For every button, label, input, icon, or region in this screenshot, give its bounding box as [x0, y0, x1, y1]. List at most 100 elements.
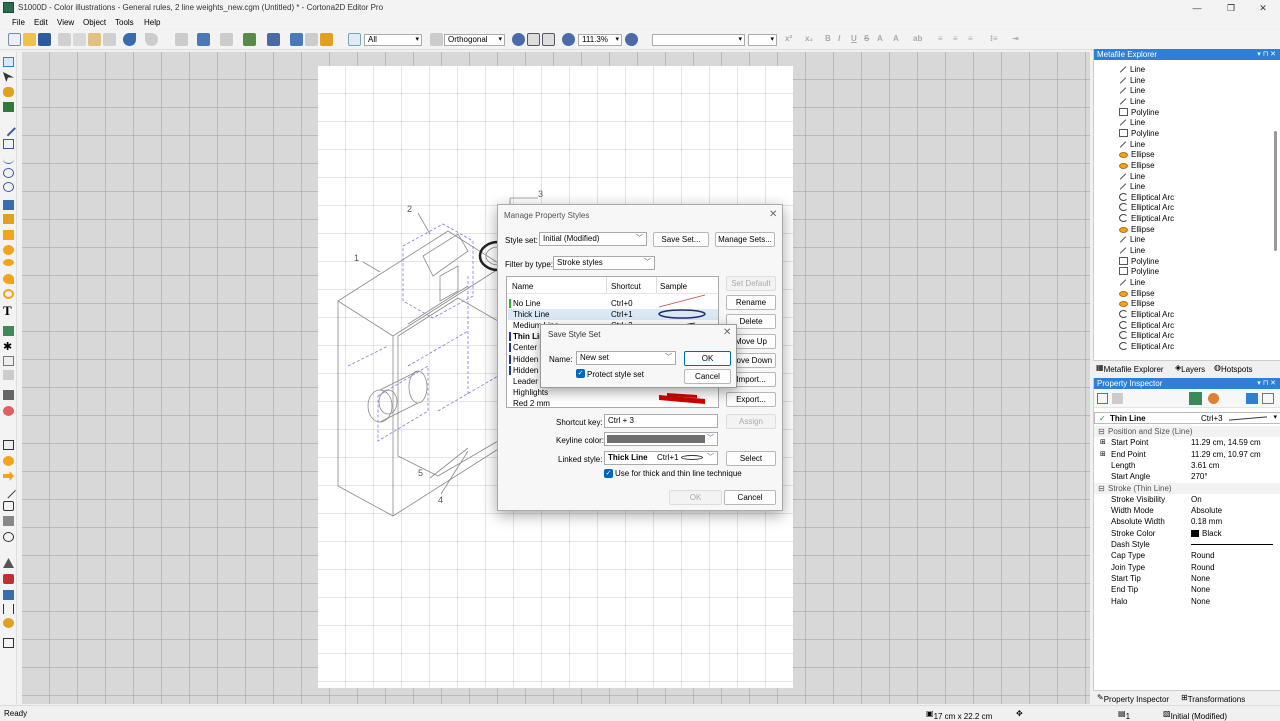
chord-tool-icon[interactable]: [3, 289, 14, 299]
font-family-select[interactable]: ▾: [652, 34, 745, 46]
indent-icon[interactable]: ⇥: [1012, 34, 1019, 43]
property-value[interactable]: 3.61 cm: [1191, 460, 1219, 471]
style-list-row[interactable]: Thick Line Ctrl+1: [508, 309, 718, 321]
tree-item[interactable]: Ellipse: [1119, 225, 1155, 235]
zoom-fit-icon[interactable]: [512, 33, 525, 46]
spiral-tool-icon[interactable]: [3, 532, 14, 542]
case-icon[interactable]: A: [877, 34, 883, 43]
manage-sets-button[interactable]: Manage Sets...: [715, 232, 775, 247]
expand-icon[interactable]: ⊞: [1100, 437, 1106, 448]
underline-icon[interactable]: U: [851, 34, 857, 43]
tree-item[interactable]: Ellipse: [1119, 299, 1155, 309]
tree-item[interactable]: Line: [1119, 278, 1145, 288]
polyline-tool-icon[interactable]: [3, 139, 14, 149]
save-cancel-button[interactable]: Cancel: [684, 369, 731, 384]
delete-icon[interactable]: [103, 33, 116, 46]
minimize-button[interactable]: —: [1180, 0, 1214, 16]
property-value[interactable]: 0.18 mm: [1191, 516, 1222, 527]
select-tool-icon[interactable]: [3, 57, 14, 67]
property-row[interactable]: Length 3.61 cm: [1094, 460, 1280, 471]
property-value[interactable]: Round: [1191, 550, 1215, 561]
style-list-row[interactable]: Highlights: [508, 387, 718, 398]
style-set-select[interactable]: Initial (Modified) ﹀: [539, 232, 647, 246]
style-list-row[interactable]: No Line Ctrl+0: [508, 298, 718, 309]
collapse-icon[interactable]: ⊟: [1098, 426, 1105, 437]
align-center-icon[interactable]: ≡: [953, 34, 958, 43]
list-icon[interactable]: ⁝≡: [990, 34, 998, 43]
tree-item[interactable]: Line: [1119, 235, 1145, 245]
property-row[interactable]: Halo None: [1094, 596, 1280, 607]
eyedropper-tool-icon[interactable]: [3, 574, 14, 584]
color-icon[interactable]: [320, 33, 333, 46]
property-row[interactable]: End Point 11.29 cm, 10.97 cm ⊞: [1094, 449, 1280, 460]
zoom-page-icon[interactable]: [527, 33, 540, 46]
italic-icon[interactable]: I: [838, 34, 840, 43]
tab-hotspots[interactable]: ◍ Hotspots: [1214, 363, 1253, 374]
tree-item[interactable]: Elliptical Arc: [1119, 203, 1174, 213]
tree-item[interactable]: Line: [1119, 76, 1145, 86]
strikethrough-icon[interactable]: S: [864, 34, 869, 43]
ellipse-arc-tool-icon[interactable]: [3, 182, 14, 192]
tree-item[interactable]: Line: [1119, 140, 1145, 150]
layer-select[interactable]: All ▾: [364, 34, 422, 46]
tab-metafile-explorer[interactable]: ▦ Metafile Explorer: [1096, 363, 1164, 374]
property-row[interactable]: Dash Style: [1094, 539, 1280, 550]
property-row[interactable]: Width Mode Absolute: [1094, 505, 1280, 516]
arc-tool-icon[interactable]: [3, 168, 14, 178]
tree-item[interactable]: Polyline: [1119, 256, 1159, 267]
zoom-out-icon[interactable]: [562, 33, 575, 46]
style-icon[interactable]: [1189, 392, 1202, 405]
table-tool-icon[interactable]: [3, 440, 14, 450]
crop-icon[interactable]: [305, 33, 318, 46]
circle-tool-icon[interactable]: [3, 245, 14, 255]
menu-help[interactable]: Help: [144, 18, 160, 27]
property-value[interactable]: 270°: [1191, 471, 1208, 482]
property-value[interactable]: Absolute: [1191, 505, 1222, 516]
highlight-icon[interactable]: ab: [913, 34, 922, 43]
hotspot-tool-icon[interactable]: [3, 356, 14, 366]
paste-icon[interactable]: [88, 33, 101, 46]
property-value[interactable]: Round: [1191, 562, 1215, 573]
ellipse-tool-icon[interactable]: [3, 259, 14, 266]
tree-item[interactable]: Line: [1119, 118, 1145, 128]
tree-item[interactable]: Line: [1119, 65, 1145, 75]
property-row[interactable]: Stroke Color Black: [1094, 528, 1280, 539]
palette-icon[interactable]: [1208, 393, 1219, 404]
property-row[interactable]: Absolute Width 0.18 mm: [1094, 516, 1280, 527]
arrange-icon[interactable]: [267, 33, 280, 46]
save-icon[interactable]: [38, 33, 51, 46]
keyline-color-picker[interactable]: ﹀: [604, 432, 718, 446]
property-group[interactable]: Stroke (Thin Line) ⊟: [1094, 482, 1280, 494]
new-document-icon[interactable]: [8, 33, 21, 46]
tree-item[interactable]: Line: [1119, 246, 1145, 256]
open-folder-icon[interactable]: [23, 33, 36, 46]
select-button[interactable]: Select: [726, 451, 776, 466]
filter-select[interactable]: Stroke styles ﹀: [553, 256, 655, 270]
projection-select[interactable]: Orthogonal ▾: [444, 34, 505, 46]
property-row[interactable]: Start Tip None: [1094, 573, 1280, 584]
align-right-icon[interactable]: ≡: [968, 34, 973, 43]
tab-transformations[interactable]: ⊞ Transformations: [1181, 693, 1245, 704]
rotate-icon[interactable]: [243, 33, 256, 46]
tree-item[interactable]: Ellipse: [1119, 161, 1155, 171]
property-group[interactable]: Position and Size (Line) ⊟: [1094, 426, 1280, 437]
ok-button[interactable]: OK: [669, 490, 722, 505]
superscript-icon[interactable]: x²: [785, 34, 792, 43]
assign-button[interactable]: Assign: [726, 414, 776, 429]
font-color-icon[interactable]: A: [893, 34, 899, 43]
zoom-in-icon[interactable]: [625, 33, 638, 46]
measure-tool-icon[interactable]: [3, 638, 14, 648]
stack-tool-icon[interactable]: [3, 390, 14, 400]
tab-property-inspector[interactable]: ✎ Property Inspector: [1097, 693, 1169, 704]
paint-bucket-icon[interactable]: [3, 618, 14, 628]
shape-tool-icon[interactable]: [3, 200, 14, 210]
layers-icon[interactable]: [348, 33, 361, 46]
export-button[interactable]: Export...: [726, 392, 776, 407]
ring-tool-icon[interactable]: [3, 456, 14, 466]
tree-item[interactable]: Line: [1119, 97, 1145, 107]
hand-tool-icon[interactable]: [3, 87, 14, 97]
view-icon[interactable]: [430, 33, 443, 46]
knife-tool-icon[interactable]: [3, 590, 14, 600]
cancel-button[interactable]: Cancel: [724, 490, 776, 505]
tree-item[interactable]: Ellipse: [1119, 289, 1155, 299]
